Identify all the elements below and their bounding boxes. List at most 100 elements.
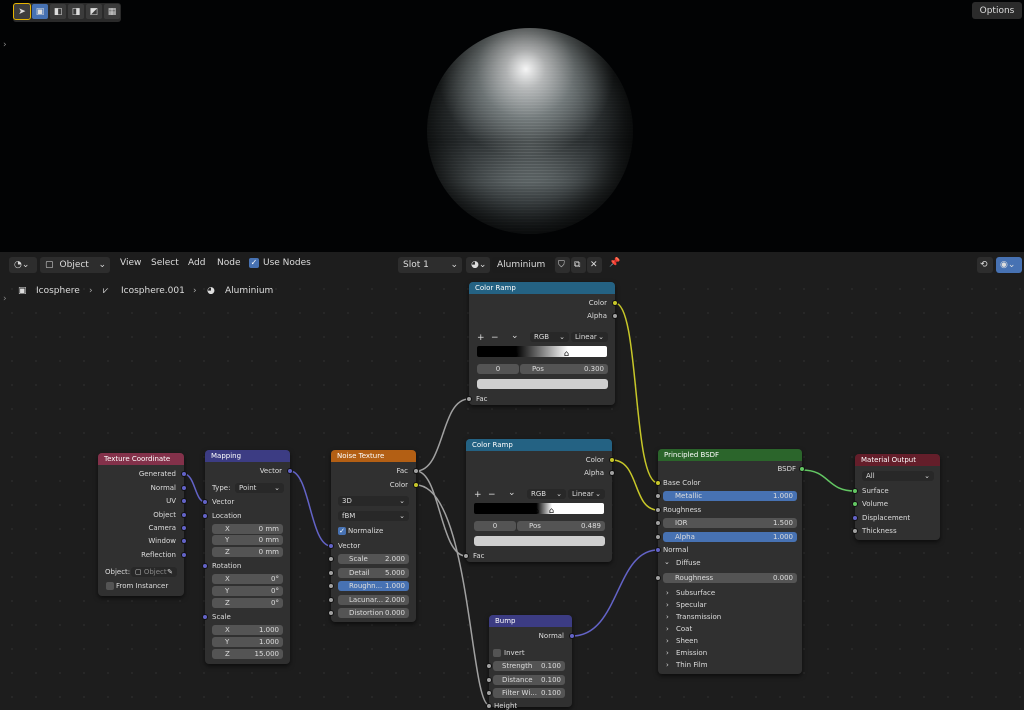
material-output-node[interactable]: Material Output All ⌄ Surface Volume Disp…	[852, 454, 940, 540]
socket-uv[interactable]	[181, 498, 187, 504]
ramp-interp-dropdown[interactable]: Linear ⌄	[571, 332, 608, 342]
panel-chevron-right-icon[interactable]: ›	[666, 625, 669, 633]
socket-ior[interactable]	[655, 520, 661, 526]
ramp-menu-chevron-icon[interactable]: ⌄	[508, 488, 516, 498]
socket-volume[interactable]	[852, 501, 858, 507]
principled-bsdf-node[interactable]: Principled BSDF BSDF Base Color Metallic…	[655, 449, 805, 674]
panel-chevron-right-icon[interactable]: ›	[666, 637, 669, 645]
coat-panel-label[interactable]: Coat	[676, 625, 692, 633]
location-x-field[interactable]: X 0 mm	[212, 524, 283, 534]
ramp-pos-field[interactable]: Pos 0.300	[520, 364, 608, 374]
panel-chevron-right-icon[interactable]: ›	[666, 661, 669, 669]
ramp-stop-1-icon[interactable]: ⌂	[548, 507, 555, 516]
socket-scale[interactable]	[202, 614, 208, 620]
noise-texture-header[interactable]: Noise Texture	[331, 450, 416, 462]
mapping-node[interactable]: Mapping Vector Type: Point ⌄ Vector Locat…	[202, 450, 293, 664]
socket-distance[interactable]	[486, 677, 492, 683]
add-stop-plus-icon[interactable]: +	[477, 333, 485, 343]
socket-alpha[interactable]	[655, 534, 661, 540]
socket-roughness[interactable]	[328, 583, 334, 589]
location-z-field[interactable]: Z 0 mm	[212, 547, 283, 557]
specular-panel-label[interactable]: Specular	[676, 601, 707, 609]
color-ramp-gradient[interactable]	[477, 346, 607, 357]
noise-texture-node[interactable]: Noise Texture Fac Color 3D ⌄ fBM ⌄ ✓ Norma…	[328, 450, 419, 622]
socket-displacement[interactable]	[852, 515, 858, 521]
socket-object[interactable]	[181, 512, 187, 518]
socket-filter-width[interactable]	[486, 690, 492, 696]
diffuse-roughness-field[interactable]: Roughness 0.000	[663, 573, 797, 583]
socket-rotation[interactable]	[202, 563, 208, 569]
ramp-stop-color-swatch[interactable]	[474, 536, 605, 546]
socket-lacunarity[interactable]	[328, 597, 334, 603]
mapping-header[interactable]: Mapping	[205, 450, 290, 462]
ramp-stop-1-icon[interactable]: ⌂	[563, 350, 570, 359]
socket-alpha-out[interactable]	[609, 470, 615, 476]
normalize-checkbox[interactable]: ✓	[338, 527, 346, 535]
invert-checkbox[interactable]	[493, 649, 501, 657]
socket-height[interactable]	[486, 703, 492, 709]
color-ramp-header-2[interactable]: Color Ramp	[466, 439, 612, 451]
color-ramp-node-2[interactable]: Color Ramp Color Alpha + − ⌄ RGB ⌄ Linear…	[463, 439, 615, 562]
scale-z-field[interactable]: Z 15.000	[212, 649, 283, 659]
ramp-stop-color-swatch[interactable]	[477, 379, 608, 389]
location-y-field[interactable]: Y 0 mm	[212, 535, 283, 545]
bump-node[interactable]: Bump Normal Invert Strength 0.100 Distanc…	[486, 615, 575, 710]
alpha-field[interactable]: Alpha 1.000	[663, 532, 797, 542]
socket-vector-out[interactable]	[287, 468, 293, 474]
object-picker[interactable]: ▢ Object ✎	[131, 567, 177, 577]
socket-color-out[interactable]	[612, 300, 618, 306]
principled-bsdf-header[interactable]: Principled BSDF	[658, 449, 802, 461]
ramp-stop-0-icon[interactable]: ⌂	[533, 507, 540, 516]
add-stop-plus-icon[interactable]: +	[474, 490, 482, 500]
rotation-x-field[interactable]: X 0°	[212, 574, 283, 584]
sheen-panel-label[interactable]: Sheen	[676, 637, 698, 645]
socket-detail[interactable]	[328, 570, 334, 576]
output-target-dropdown[interactable]: All ⌄	[862, 471, 934, 481]
material-output-header[interactable]: Material Output	[855, 454, 940, 466]
color-ramp-node-1[interactable]: Color Ramp Color Alpha + − ⌄ RGB ⌄ Linear…	[466, 282, 618, 405]
socket-scale[interactable]	[328, 556, 334, 562]
ior-field[interactable]: IOR 1.500	[663, 518, 797, 528]
remove-stop-minus-icon[interactable]: −	[488, 490, 496, 500]
panel-chevron-right-icon[interactable]: ›	[666, 589, 669, 597]
socket-normal[interactable]	[181, 485, 187, 491]
rotation-z-field[interactable]: Z 0°	[212, 598, 283, 608]
subsurface-panel-label[interactable]: Subsurface	[676, 589, 715, 597]
scale-y-field[interactable]: Y 1.000	[212, 637, 283, 647]
bump-strength-field[interactable]: Strength 0.100	[493, 661, 565, 671]
ramp-color-mode-dropdown[interactable]: RGB ⌄	[530, 332, 569, 342]
socket-base-color[interactable]	[655, 480, 661, 486]
ramp-menu-chevron-icon[interactable]: ⌄	[511, 331, 519, 341]
socket-fac-out[interactable]	[413, 468, 419, 474]
ramp-stop-index[interactable]: 0	[477, 364, 519, 374]
socket-normal[interactable]	[655, 547, 661, 553]
socket-color-out[interactable]	[413, 482, 419, 488]
socket-fac-in[interactable]	[466, 396, 472, 402]
noise-detail-field[interactable]: Detail 5.000	[338, 568, 409, 578]
socket-camera[interactable]	[181, 525, 187, 531]
socket-vector-in[interactable]	[328, 543, 334, 549]
socket-strength[interactable]	[486, 663, 492, 669]
diffuse-panel-label[interactable]: Diffuse	[676, 559, 701, 567]
color-ramp-header-1[interactable]: Color Ramp	[469, 282, 615, 294]
bump-header[interactable]: Bump	[489, 615, 572, 627]
noise-type-dropdown[interactable]: fBM ⌄	[338, 511, 409, 521]
transmission-panel-label[interactable]: Transmission	[676, 613, 721, 621]
bump-distance-field[interactable]: Distance 0.100	[493, 675, 565, 685]
texture-coordinate-header[interactable]: Texture Coordinate	[98, 453, 184, 465]
emission-panel-label[interactable]: Emission	[676, 649, 707, 657]
socket-metallic[interactable]	[655, 493, 661, 499]
ramp-pos-field[interactable]: Pos 0.489	[517, 521, 605, 531]
ramp-color-mode-dropdown[interactable]: RGB ⌄	[527, 489, 566, 499]
panel-chevron-right-icon[interactable]: ›	[666, 601, 669, 609]
noise-distortion-field[interactable]: Distortion 0.000	[338, 608, 409, 618]
scale-x-field[interactable]: X 1.000	[212, 625, 283, 635]
socket-reflection[interactable]	[181, 552, 187, 558]
socket-distortion[interactable]	[328, 610, 334, 616]
ramp-stop-index[interactable]: 0	[474, 521, 516, 531]
mapping-type-dropdown[interactable]: Point ⌄	[235, 483, 284, 493]
socket-vector-in[interactable]	[202, 499, 208, 505]
socket-diffuse-roughness[interactable]	[655, 575, 661, 581]
thin-film-panel-label[interactable]: Thin Film	[676, 661, 708, 669]
socket-roughness[interactable]	[655, 507, 661, 513]
